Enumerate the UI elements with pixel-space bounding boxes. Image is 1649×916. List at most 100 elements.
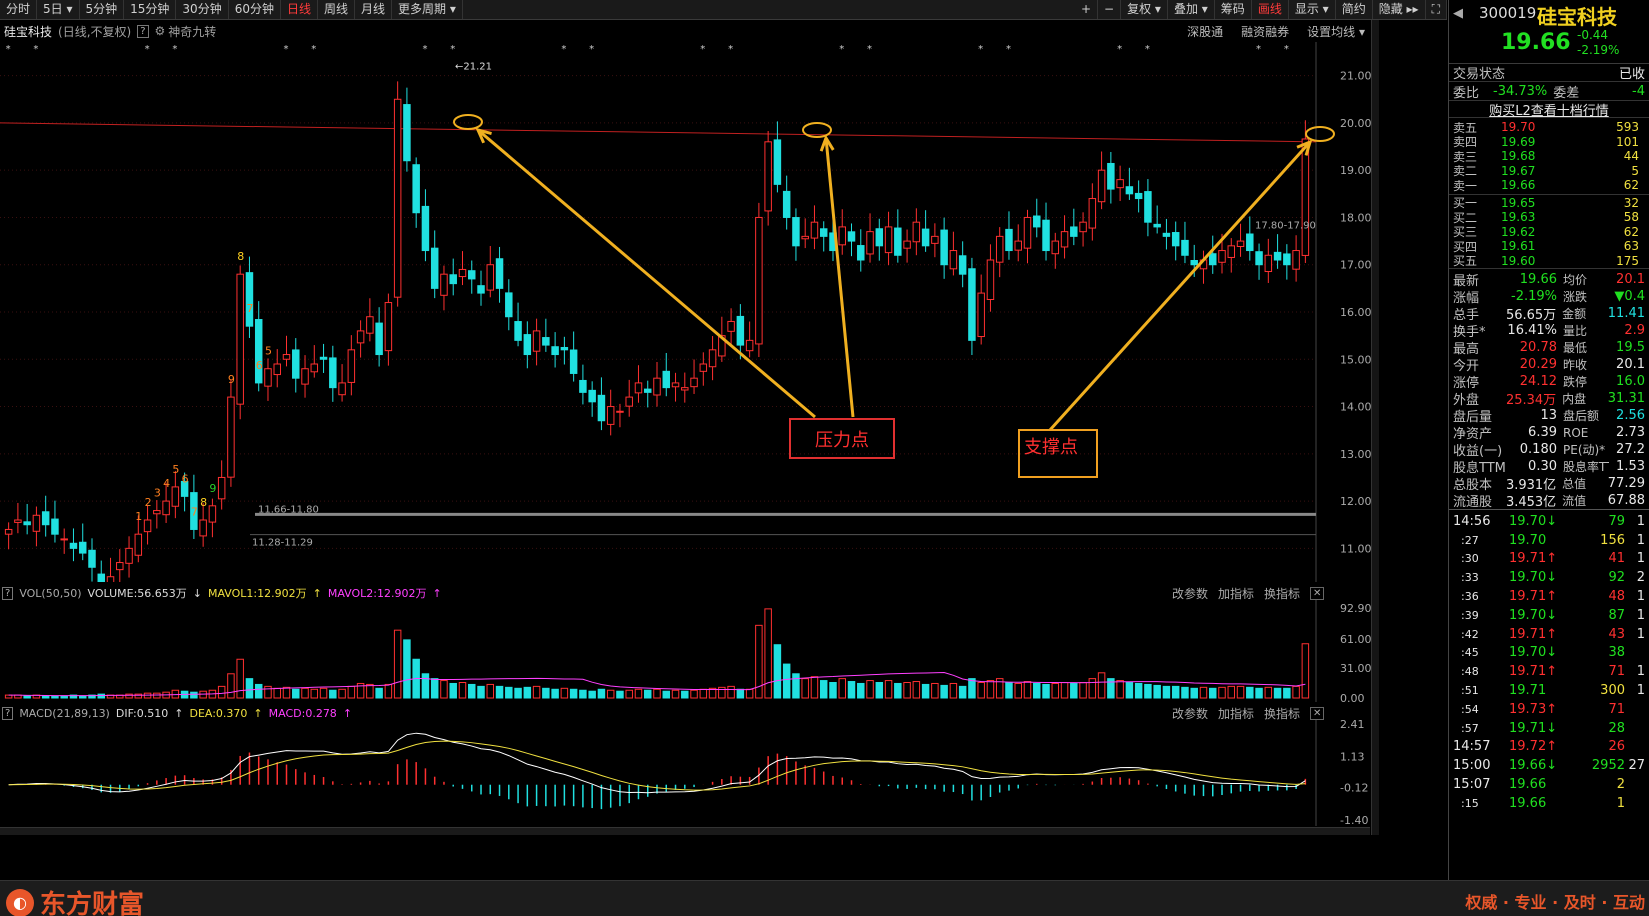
stat-value: 6.39 — [1528, 425, 1557, 440]
zoom-out-button[interactable]: − — [1098, 0, 1122, 19]
support-point-box: 支撑点 — [1018, 429, 1098, 478]
candle-body — [412, 164, 420, 214]
period-tab-30min[interactable]: 30分钟 — [176, 0, 229, 19]
tick-time: 14:56 — [1453, 513, 1491, 529]
volume-bar — [78, 695, 87, 699]
buy-l2-link[interactable]: 购买L2查看十档行情 — [1489, 100, 1609, 119]
candle-body — [458, 268, 467, 278]
candle-body — [1014, 240, 1022, 251]
period-tab-minute[interactable]: 分时 — [0, 0, 38, 19]
tick-count: 1 — [1636, 551, 1645, 567]
stat-value: 24.12 — [1519, 374, 1557, 389]
period-tab-15min[interactable]: 15分钟 — [124, 0, 177, 19]
zoom-in-button[interactable]: + — [1075, 0, 1099, 19]
overlay-dropdown[interactable]: 叠加 ▾ — [1168, 0, 1215, 19]
volume-bar — [338, 688, 346, 699]
volume-bar — [486, 683, 495, 699]
candle-body — [421, 205, 430, 252]
star-marker: * — [6, 44, 11, 55]
volume-bar — [403, 639, 411, 699]
candle-body — [1246, 233, 1254, 252]
adjust-dropdown[interactable]: 复权 ▾ — [1121, 0, 1168, 19]
close-icon[interactable]: ✕ — [1310, 707, 1325, 720]
tick-price: 19.70↓ — [1509, 513, 1558, 529]
fullscreen-icon[interactable]: ⛶ — [1426, 0, 1447, 19]
volume-bar — [745, 688, 754, 699]
candle-body — [1292, 250, 1300, 270]
tick-volume: 87 — [1608, 607, 1625, 623]
volume-bar — [643, 689, 652, 699]
period-tab-5day[interactable]: 5日 ▾ — [37, 0, 80, 19]
hide-button[interactable]: 隐藏 ▸▸ — [1373, 0, 1426, 19]
help-icon[interactable]: ? — [2, 706, 14, 720]
candle-body — [560, 346, 569, 351]
ma-settings-dropdown[interactable]: 设置均线 ▾ — [1307, 23, 1365, 40]
stat-value: 11.41 — [1607, 306, 1645, 321]
tick-time: :54 — [1461, 702, 1479, 716]
stats-table: 最新 19.66 均价 20.1 涨幅 -2.19% 涨跌 ▼0.4 总手 56.65万 金额 11.… — [1449, 268, 1649, 510]
tick-row: :36 19.71↑ 48 1 — [1449, 587, 1649, 606]
candle-body — [292, 349, 300, 379]
level-price: 19.63 — [1501, 210, 1536, 225]
candle-body — [217, 476, 226, 500]
volume-bar — [495, 685, 504, 699]
period-toolbar: 分时 5日 ▾ 5分钟 15分钟 30分钟 60分钟 日线 周线 月线 更多周期… — [0, 0, 1447, 20]
more-periods-dropdown[interactable]: 更多周期 ▾ — [392, 0, 463, 19]
tick-row: 15:07 19.66 2 — [1449, 775, 1649, 794]
macd-axis-label: -1.40 — [1340, 814, 1368, 826]
level-price: 19.66 — [1501, 178, 1536, 193]
gear-icon[interactable]: ⚙ — [155, 24, 166, 38]
close-icon[interactable]: ✕ — [1310, 587, 1325, 600]
macd-indicator-name[interactable]: MACD(21,89,13) — [19, 707, 110, 720]
level-volume: 58 — [1623, 210, 1639, 225]
macd-chart[interactable]: 2.41 1.13 -0.12 -1.40 — [0, 720, 1383, 826]
chart-scrollbar[interactable] — [0, 827, 1370, 835]
star-marker: * — [284, 44, 289, 55]
stat-label: 最低 — [1563, 341, 1588, 355]
volume-bar — [41, 695, 50, 699]
volume-bar — [847, 681, 856, 699]
tick-count: 1 — [1636, 607, 1645, 623]
candle-body — [32, 514, 41, 532]
margin-trading-link[interactable]: 融资融券 — [1241, 23, 1289, 40]
display-dropdown[interactable]: 显示 ▾ — [1289, 0, 1336, 19]
stat-label: 跌停 — [1563, 375, 1588, 389]
period-tab-weekly[interactable]: 周线 — [318, 0, 356, 19]
sz-connect-link[interactable]: 深股通 — [1187, 23, 1223, 40]
simple-mode-button[interactable]: 简约 — [1336, 0, 1373, 19]
indicator-name[interactable]: 神奇九转 — [168, 23, 216, 40]
period-tab-daily[interactable]: 日线 — [281, 0, 318, 19]
volume-bar — [977, 681, 985, 699]
volume-axis-label: 92.90 — [1340, 602, 1372, 615]
period-tab-5min[interactable]: 5分钟 — [80, 0, 125, 19]
dif-value: DIF:0.510 — [115, 706, 169, 720]
td-count-label: 6 — [256, 359, 263, 372]
resistance-line — [0, 122, 1317, 143]
volume-chart[interactable]: 92.90 61.00 31.00 0.00 — [0, 600, 1383, 702]
volume-bar — [1005, 681, 1013, 699]
period-tab-60min[interactable]: 60分钟 — [229, 0, 281, 19]
candle-body — [894, 227, 902, 256]
arrow-left-icon[interactable]: ◀ — [1453, 6, 1463, 21]
stock-name-label: 硅宝科技 — [4, 24, 53, 39]
price-chart[interactable]: 21.00 20.00 19.00 18.00 17.00 16.00 15.00 14.00… — [0, 42, 1383, 582]
tick-count: 1 — [1636, 664, 1645, 680]
volume-indicator-name[interactable]: VOL(50,50) — [19, 587, 81, 600]
volume-bar — [569, 688, 578, 699]
tick-price: 19.66↓ — [1509, 758, 1558, 774]
price-axis-label: 21.00 — [1340, 70, 1372, 83]
candle-body — [764, 141, 772, 212]
help-icon[interactable]: ? — [137, 24, 149, 38]
chips-button[interactable]: 筹码 — [1215, 0, 1252, 19]
stat-row: 收益(一) 0.180 PE(动)* 27.2 — [1449, 441, 1649, 459]
candle-body — [986, 259, 995, 301]
vertical-scrollbar[interactable] — [1371, 20, 1379, 835]
help-icon[interactable]: ? — [2, 586, 14, 600]
level-volume: 44 — [1623, 149, 1639, 164]
tick-volume: 71 — [1608, 664, 1625, 680]
draw-line-button[interactable]: 画线 — [1252, 0, 1289, 19]
candle-body — [773, 139, 782, 185]
macd-value: MACD:0.278 — [268, 706, 337, 720]
candle-body — [338, 382, 346, 396]
period-tab-monthly[interactable]: 月线 — [355, 0, 393, 19]
